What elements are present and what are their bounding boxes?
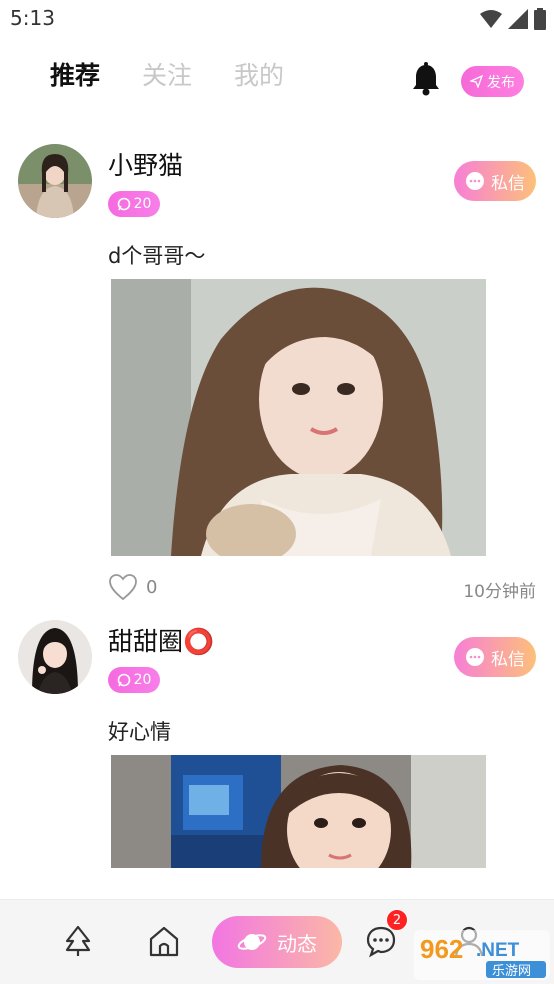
send-icon bbox=[470, 75, 483, 88]
avatar[interactable] bbox=[18, 620, 92, 694]
like-row[interactable]: 0 bbox=[108, 573, 157, 601]
message-button[interactable]: 私信 bbox=[454, 161, 536, 201]
battery-icon bbox=[534, 8, 546, 30]
planet-icon bbox=[237, 934, 267, 950]
chat-bubble-icon bbox=[117, 673, 130, 687]
feed-button[interactable]: 动态 bbox=[212, 916, 342, 968]
avatar[interactable] bbox=[18, 144, 92, 218]
publish-button[interactable]: 发布 bbox=[461, 66, 524, 97]
tab-following[interactable]: 关注 bbox=[142, 56, 192, 92]
chat-bubble-icon bbox=[117, 197, 130, 211]
chat-icon bbox=[466, 172, 484, 190]
message-label: 私信 bbox=[491, 649, 525, 670]
level-value: 20 bbox=[133, 196, 152, 212]
level-badge: 20 bbox=[108, 667, 160, 693]
signal-icon bbox=[508, 9, 528, 29]
level-badge: 20 bbox=[108, 191, 160, 217]
publish-label: 发布 bbox=[487, 74, 515, 91]
tab-recommend[interactable]: 推荐 bbox=[50, 56, 100, 92]
status-icons bbox=[480, 8, 546, 30]
post-text: d个哥哥～ bbox=[108, 244, 206, 268]
username[interactable]: 甜甜圈⭕ bbox=[108, 622, 214, 658]
message-label: 私信 bbox=[491, 173, 525, 194]
level-value: 20 bbox=[133, 672, 152, 688]
home-icon[interactable] bbox=[147, 924, 181, 958]
svg-text:.NET: .NET bbox=[476, 940, 520, 961]
username[interactable]: 小野猫 bbox=[108, 146, 183, 182]
tab-mine[interactable]: 我的 bbox=[234, 56, 284, 92]
status-bar: 5:13 bbox=[0, 0, 554, 38]
wifi-icon bbox=[480, 10, 502, 28]
post-photo[interactable] bbox=[111, 755, 486, 868]
bell-icon[interactable] bbox=[410, 62, 442, 96]
post-photo[interactable] bbox=[111, 279, 486, 556]
message-badge: 2 bbox=[386, 909, 408, 931]
post-time: 10分钟前 bbox=[463, 582, 536, 602]
status-time: 5:13 bbox=[10, 6, 55, 30]
tree-icon[interactable] bbox=[61, 924, 95, 958]
post-text: 好心情 bbox=[108, 720, 171, 744]
chat-icon bbox=[466, 648, 484, 666]
like-count: 0 bbox=[146, 576, 158, 598]
message-button[interactable]: 私信 bbox=[454, 637, 536, 677]
heart-icon[interactable] bbox=[108, 573, 138, 601]
svg-text:乐游网: 乐游网 bbox=[492, 964, 531, 979]
svg-text:962: 962 bbox=[420, 934, 463, 964]
top-nav: 推荐 关注 我的 发布 bbox=[0, 52, 554, 98]
site-watermark-logo: 962 .NET 乐游网 bbox=[414, 930, 550, 980]
feed-label: 动态 bbox=[277, 931, 317, 956]
